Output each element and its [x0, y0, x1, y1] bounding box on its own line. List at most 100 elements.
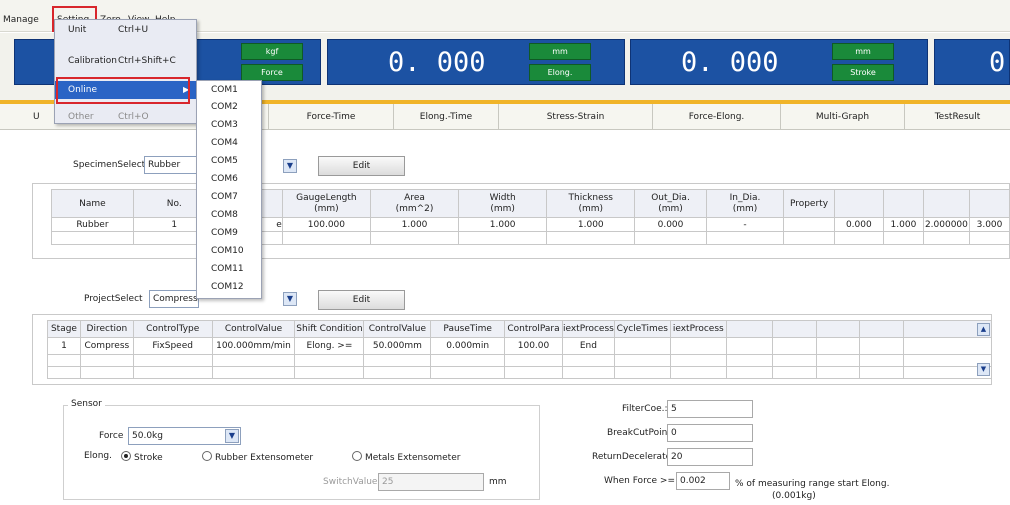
col-thickness: Thickness (mm)	[546, 189, 636, 218]
cell[interactable]: -	[705, 217, 785, 232]
col-control-type: ControlType	[132, 320, 213, 338]
force-range-dropdown-icon[interactable]: ▼	[225, 429, 239, 443]
menu-item-other[interactable]: Other Ctrl+O	[55, 108, 196, 126]
cell[interactable]	[669, 337, 727, 355]
filter-field[interactable]: 5	[667, 400, 753, 418]
menu-item-com1[interactable]: COM1	[211, 85, 238, 95]
specimen-edit-button[interactable]: Edit	[318, 156, 405, 176]
switch-value-field[interactable]: 25	[378, 473, 484, 491]
when-force-field[interactable]: 0.002	[676, 472, 730, 490]
menu-item-com3[interactable]: COM3	[211, 120, 238, 130]
when-force-label: When Force >=	[604, 476, 675, 486]
col-control-value-2: ControlValue	[363, 320, 432, 338]
project-edit-button[interactable]: Edit	[318, 290, 405, 310]
cell[interactable]: End	[561, 337, 615, 355]
cell[interactable]: 2.000000	[922, 217, 971, 232]
radio-stroke-label: Stroke	[134, 453, 163, 463]
tab-multi-graph[interactable]: Multi-Graph	[780, 104, 904, 130]
cell[interactable]	[902, 337, 993, 355]
col-control-para: ControlPara	[504, 320, 563, 338]
menu-item-com6[interactable]: COM6	[211, 174, 238, 184]
menu-item-com7[interactable]: COM7	[211, 192, 238, 202]
cell[interactable]	[859, 337, 904, 355]
cell[interactable]: 1	[47, 337, 81, 355]
radio-off-icon[interactable]	[202, 451, 212, 461]
cell[interactable]: 50.000mm	[363, 337, 432, 355]
tab-test-result[interactable]: TestResult	[904, 104, 1010, 130]
menu-item-unit[interactable]: Unit Ctrl+U	[55, 21, 196, 39]
elong-display: 0. 000 mm Elong.	[327, 39, 625, 85]
menu-item-com12[interactable]: COM12	[211, 282, 244, 292]
menu-item-shortcut: Ctrl+U	[118, 25, 149, 35]
menu-item-calibration[interactable]: Calibration Ctrl+Shift+C	[55, 52, 196, 70]
col-next-process-2: iextProcess	[669, 320, 727, 338]
project-select[interactable]: Compressio	[149, 290, 199, 308]
cell[interactable]: 0.000	[634, 217, 707, 232]
cell[interactable]: Rubber	[51, 217, 134, 232]
project-table: Stage Direction ControlType ControlValue…	[47, 320, 993, 379]
cell[interactable]	[725, 337, 774, 355]
cell[interactable]: 1.000	[458, 217, 548, 232]
menu-item-com10[interactable]: COM10	[211, 246, 244, 256]
col-width: Width (mm)	[458, 189, 548, 218]
cell[interactable]: 0.000min	[430, 337, 506, 355]
menu-item-label: Unit	[68, 25, 87, 35]
cell[interactable]: 1.000	[546, 217, 636, 232]
tab-u[interactable]: U	[0, 104, 40, 130]
project-dropdown-icon[interactable]: ▼	[283, 292, 297, 306]
cell[interactable]	[783, 217, 835, 232]
menu-item-com4[interactable]: COM4	[211, 138, 238, 148]
cell[interactable]	[613, 337, 671, 355]
stroke-display: 0. 000 mm Stroke	[630, 39, 928, 85]
menu-item-com2[interactable]: COM2	[211, 102, 238, 112]
cell[interactable]	[772, 337, 817, 355]
cell[interactable]: 100.000	[281, 217, 371, 232]
cell[interactable]: Elong. >=	[294, 337, 365, 355]
col-extra-2	[882, 189, 924, 218]
menu-item-shortcut: Ctrl+O	[118, 112, 149, 122]
cell[interactable]: 1.000	[369, 217, 460, 232]
force-label: Force	[99, 431, 124, 441]
table-row[interactable]	[47, 354, 993, 367]
scroll-down-icon[interactable]: ▼	[977, 363, 990, 376]
menu-item-shortcut: Ctrl+Shift+C	[118, 56, 176, 66]
tab-force-elong[interactable]: Force-Elong.	[652, 104, 780, 130]
cell[interactable]: Compress	[79, 337, 134, 355]
when-force-note: % of measuring range start Elong.	[735, 479, 890, 489]
tab-elong-time[interactable]: Elong.-Time	[393, 104, 498, 130]
col-extra-1	[833, 189, 884, 218]
table-row[interactable]: 1 Compress FixSpeed 100.000mm/min Elong.…	[47, 337, 993, 355]
cell[interactable]	[815, 337, 861, 355]
break-cut-field[interactable]: 0	[667, 424, 753, 442]
cell[interactable]: 3.000	[969, 217, 1010, 232]
radio-stroke[interactable]: Stroke	[121, 451, 163, 463]
menu-item-com8[interactable]: COM8	[211, 210, 238, 220]
cell[interactable]: FixSpeed	[132, 337, 213, 355]
menu-item-com9[interactable]: COM9	[211, 228, 238, 238]
radio-metals[interactable]: Metals Extensometer	[352, 451, 460, 463]
tab-force-time[interactable]: Force-Time	[268, 104, 393, 130]
specimen-select[interactable]: Rubber	[144, 156, 199, 174]
table-row[interactable]	[47, 366, 993, 379]
cell[interactable]: 100.000mm/min	[211, 337, 296, 355]
menu-item-label: Calibration	[68, 56, 117, 66]
scroll-up-icon[interactable]: ▲	[977, 323, 990, 336]
radio-off-icon[interactable]	[352, 451, 362, 461]
col-next-process: iextProcess	[561, 320, 615, 338]
radio-on-icon[interactable]	[121, 451, 131, 461]
specimen-dropdown-icon[interactable]: ▼	[283, 159, 297, 173]
cell[interactable]: 100.00	[504, 337, 563, 355]
cell[interactable]: 0.000	[833, 217, 884, 232]
stroke-unit-box: mm	[832, 43, 894, 60]
return-decelerate-field[interactable]: 20	[667, 448, 753, 466]
tab-stress-strain[interactable]: Stress-Strain	[498, 104, 652, 130]
menu-item-com11[interactable]: COM11	[211, 264, 244, 274]
sensor-group-label: Sensor	[68, 399, 105, 409]
menu-item-com5[interactable]: COM5	[211, 156, 238, 166]
elong-label: Elong.	[84, 451, 112, 461]
menu-manage[interactable]: Manage	[3, 15, 39, 25]
cell[interactable]: 1.000	[882, 217, 924, 232]
col-shift-condition: Shift Condition	[294, 320, 365, 338]
radio-rubber[interactable]: Rubber Extensometer	[202, 451, 313, 463]
col-out-dia: Out_Dia. (mm)	[634, 189, 707, 218]
